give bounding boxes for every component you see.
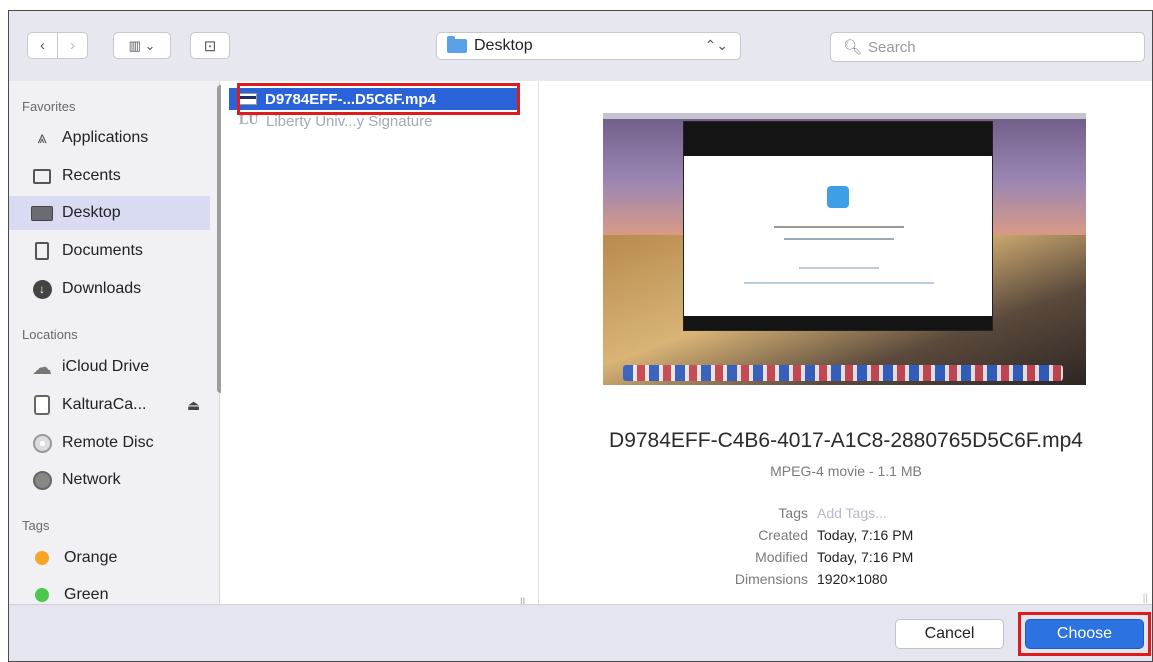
sidebar-item-label: Applications <box>62 129 149 146</box>
sidebar-item-recents[interactable]: Recents <box>9 159 210 193</box>
back-button[interactable]: ‹ <box>27 32 58 59</box>
video-thumbnail <box>603 113 1086 385</box>
folder-icon <box>447 36 467 53</box>
preview-kind: MPEG-4 movie - 1.1 MB <box>770 463 922 479</box>
orange-tag-dot-icon <box>35 551 49 565</box>
up-down-arrows-icon: ⌃⌄ <box>704 37 728 53</box>
desktop-icon <box>31 202 53 224</box>
search-icon: 🔍︎ <box>843 39 863 56</box>
annotation-highlight-file <box>237 83 520 115</box>
eject-icon[interactable]: ⏏ <box>187 397 200 414</box>
applications-icon: ⩓ <box>37 128 47 147</box>
chevron-right-icon: › <box>70 37 75 54</box>
green-tag-dot-icon <box>35 588 49 602</box>
drive-icon <box>31 394 53 416</box>
sidebar-item-label: iCloud Drive <box>62 358 150 375</box>
meta-value-modified: Today, 7:16 PM <box>817 549 914 565</box>
toolbar: ‹ › ▥ ⌄ ⊡ Desktop ⌃⌄ 🔍︎ <box>9 11 1152 81</box>
search-input[interactable] <box>868 38 1129 56</box>
sidebar-item-network[interactable]: Network <box>9 463 210 497</box>
downloads-icon: ↓ <box>31 278 53 300</box>
sidebar-item-icloud-drive[interactable]: ☁︎ iCloud Drive <box>9 350 210 384</box>
meta-label-dimensions: Dimensions <box>734 571 808 587</box>
locations-header: Locations <box>22 327 78 342</box>
file-name: Liberty Univ...y Signature <box>266 112 433 130</box>
meta-label-tags: Tags <box>778 505 808 521</box>
sidebar: Favorites ⩓ Applications Recents Desktop… <box>9 81 220 604</box>
sidebar-item-documents[interactable]: Documents <box>9 234 210 268</box>
sidebar-item-desktop[interactable]: Desktop <box>9 196 210 230</box>
cloud-icon: ☁︎ <box>32 356 52 379</box>
meta-label-modified: Modified <box>755 549 808 565</box>
new-folder-icon: ⊡ <box>203 37 217 55</box>
choose-button[interactable]: Choose <box>1025 619 1144 649</box>
search-box[interactable]: 🔍︎ <box>830 32 1145 62</box>
add-tags-field[interactable]: Add Tags... <box>817 505 887 521</box>
location-dropdown[interactable]: Desktop ⌃⌄ <box>436 32 741 60</box>
sidebar-item-applications[interactable]: ⩓ Applications <box>9 121 210 155</box>
thumbnail-dock <box>623 365 1063 381</box>
sidebar-tag-orange[interactable]: Orange <box>9 541 210 575</box>
documents-icon <box>31 240 53 262</box>
sidebar-item-label: Desktop <box>62 204 121 221</box>
sidebar-item-label: KalturaCa... <box>62 396 147 413</box>
location-label: Desktop <box>474 37 533 54</box>
recents-icon <box>31 165 53 187</box>
tags-header: Tags <box>22 518 50 533</box>
kaltura-logo-icon <box>827 186 849 208</box>
sidebar-item-label: Green <box>64 586 109 603</box>
meta-label-created: Created <box>758 527 808 543</box>
meta-value-dimensions: 1920×1080 <box>817 571 888 587</box>
new-folder-button[interactable]: ⊡ <box>190 32 230 59</box>
sidebar-item-label: Orange <box>64 549 118 566</box>
disc-icon <box>31 432 53 454</box>
sidebar-item-kalturaca[interactable]: KalturaCa... ⏏ <box>9 388 210 422</box>
view-mode-button[interactable]: ▥ ⌄ <box>113 32 171 59</box>
file-open-dialog: ‹ › ▥ ⌄ ⊡ Desktop ⌃⌄ 🔍︎ Favorites ⩓ Appl… <box>8 10 1153 662</box>
sidebar-item-label: Network <box>62 471 121 488</box>
forward-button[interactable]: › <box>58 32 88 59</box>
meta-value-created: Today, 7:16 PM <box>817 527 914 543</box>
preview-pane: D9784EFF-C4B6-4017-A1C8-2880765D5C6F.mp4… <box>540 81 1152 604</box>
dialog-footer: Cancel Choose <box>9 604 1152 661</box>
sidebar-item-label: Downloads <box>62 280 142 297</box>
thumbnail-app-window <box>683 121 993 331</box>
file-list-column: D9784EFF-...D5C6F.mp4 LU Liberty Univ...… <box>221 81 539 604</box>
columns-view-icon: ▥ ⌄ <box>128 37 156 53</box>
preview-resize-handle[interactable]: || <box>1143 593 1148 604</box>
sidebar-item-downloads[interactable]: ↓ Downloads <box>9 272 210 306</box>
preview-filename: D9784EFF-C4B6-4017-A1C8-2880765D5C6F.mp4 <box>609 429 1083 452</box>
sidebar-item-label: Remote Disc <box>62 434 154 451</box>
sidebar-item-label: Recents <box>62 167 121 184</box>
favorites-header: Favorites <box>22 99 76 114</box>
sidebar-item-remote-disc[interactable]: Remote Disc <box>9 426 210 460</box>
globe-icon <box>31 469 53 491</box>
sidebar-item-label: Documents <box>62 242 143 259</box>
cancel-button[interactable]: Cancel <box>895 619 1004 649</box>
chevron-left-icon: ‹ <box>40 37 45 54</box>
lu-logo-icon: LU <box>239 113 259 128</box>
